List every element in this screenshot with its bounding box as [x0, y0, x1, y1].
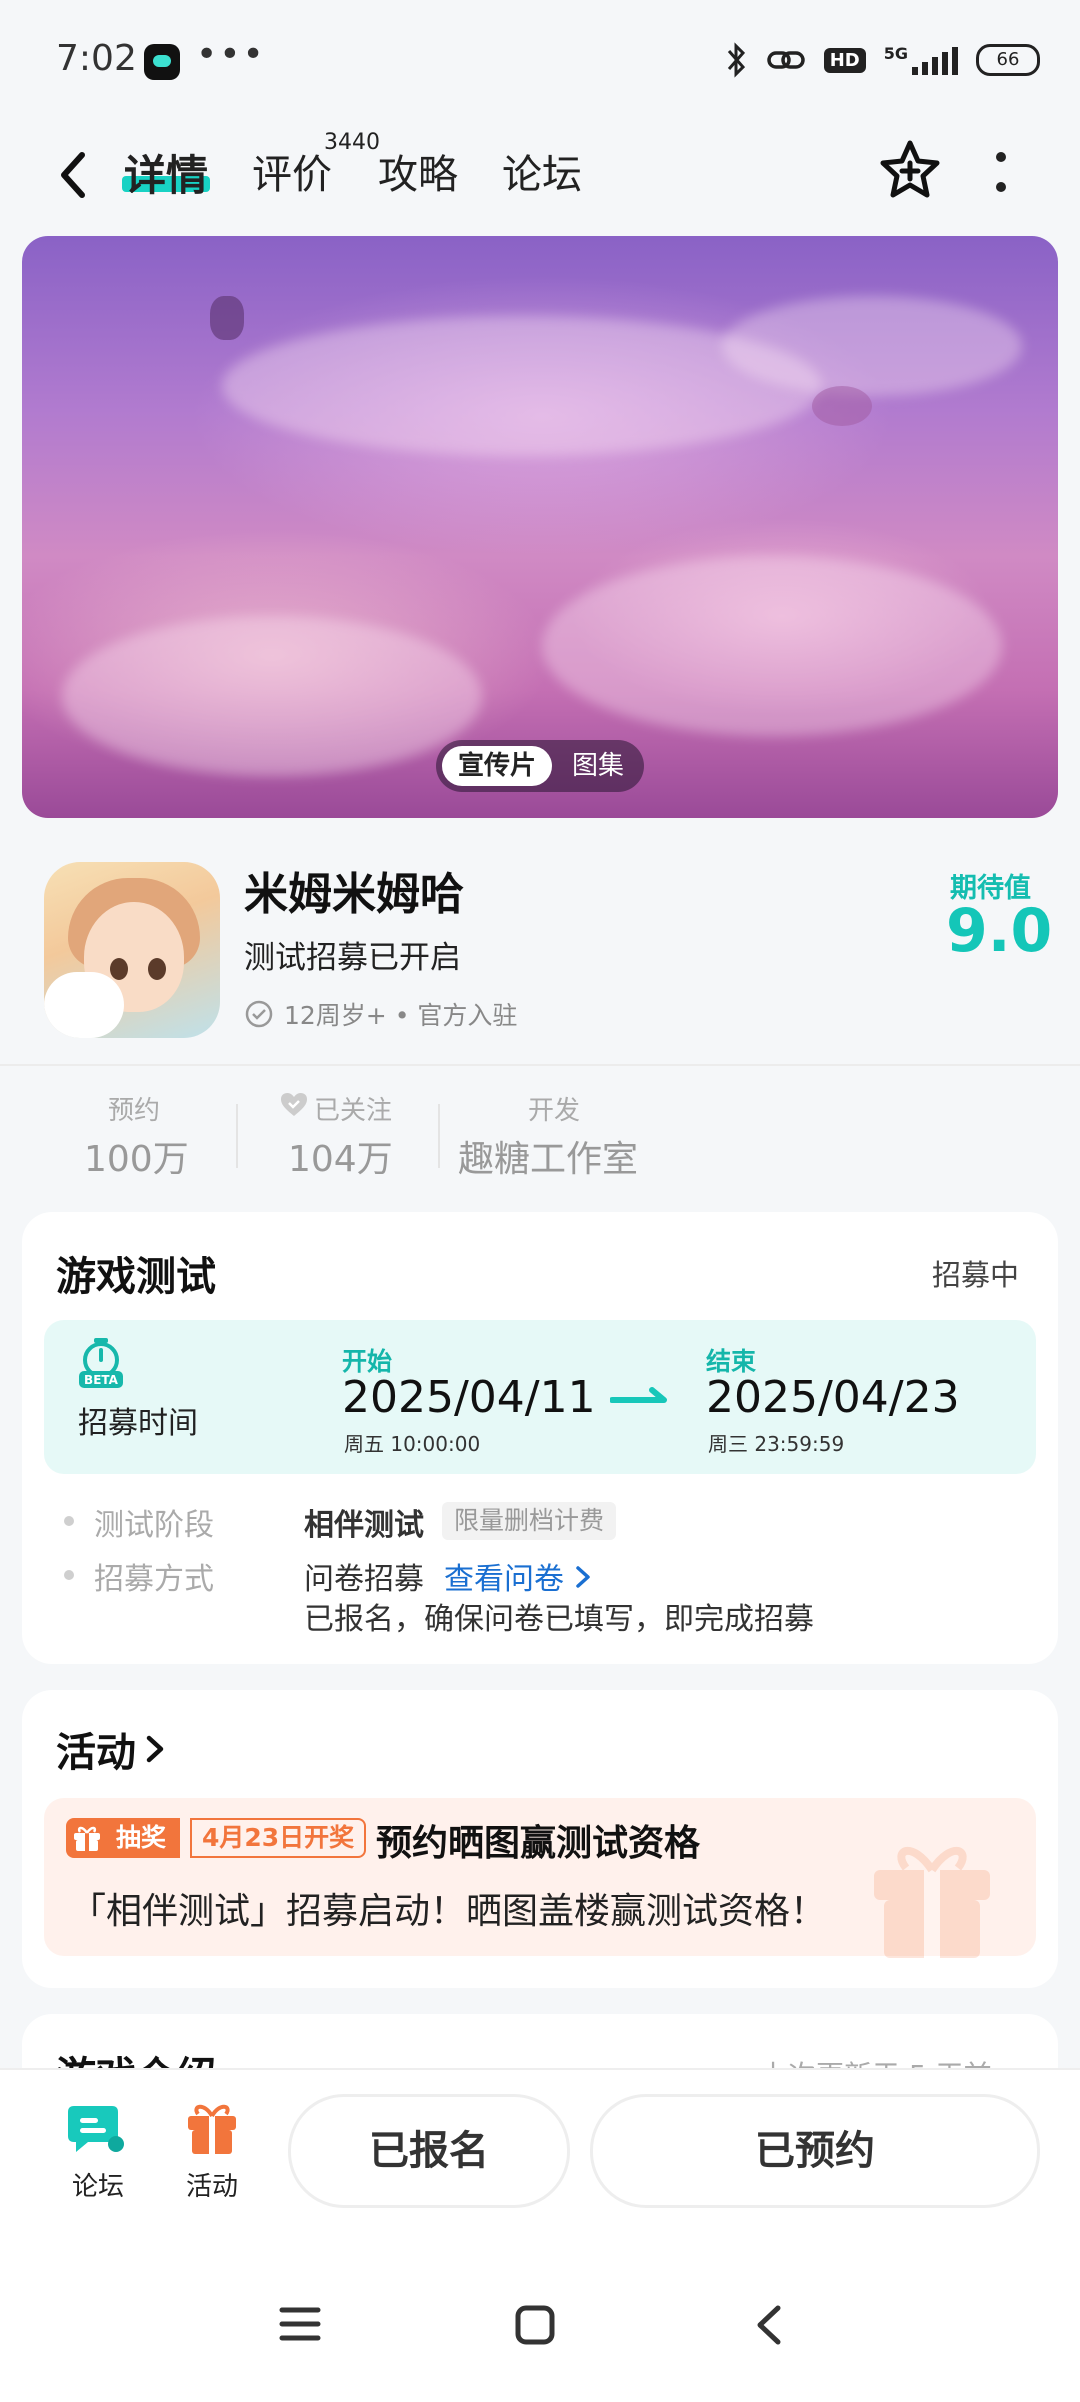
floating-island [210, 296, 244, 340]
promo-banner[interactable] [22, 236, 1058, 818]
method-label: 招募方式 [94, 1562, 214, 1597]
heart-check-icon [281, 1093, 307, 1116]
view-questionnaire-link[interactable]: 查看问卷 [444, 1554, 592, 1598]
activity-gift-icon[interactable] [182, 2100, 242, 2156]
more-options-icon[interactable] [990, 148, 1012, 198]
battery-icon: 66 [976, 44, 1040, 76]
recruit-time-label: 招募时间 [78, 1406, 198, 1441]
reserved-button[interactable]: 已预约 [590, 2094, 1040, 2208]
recruit-status: 招募中 [932, 1258, 1020, 1292]
forum-chat-icon[interactable] [66, 2102, 126, 2158]
app-notification-icon [144, 44, 180, 80]
game-meta: 12周岁+ • 官方入驻 [244, 996, 517, 1032]
hd-icon: HD [823, 47, 866, 73]
chevron-right-icon [146, 1735, 164, 1763]
stat-reserve-value: 100万 [84, 1139, 189, 1180]
tab-details[interactable]: 详情 [124, 142, 208, 203]
game-title: 米姆米姆哈 [244, 869, 464, 920]
floating-island [812, 386, 872, 426]
tab-reviews[interactable]: 评价 [252, 142, 332, 200]
status-bar: 7:02 ••• HD 5G 66 [0, 0, 1080, 120]
tab-forum[interactable]: 论坛 [502, 142, 582, 200]
start-date: 2025/04/11 [342, 1372, 596, 1423]
stat-reserve-label: 预约 [108, 1096, 161, 1126]
chevron-right-icon [575, 1566, 590, 1588]
link-icon [766, 51, 805, 69]
stat-separator [438, 1104, 440, 1168]
activity-item-desc: 「相伴测试」招募启动！晒图盖楼赢测试资格！ [70, 1891, 827, 1932]
game-subtitle: 测试招募已开启 [244, 940, 461, 976]
video-tab[interactable]: 宣传片 [442, 746, 552, 786]
status-time: 7:02 [56, 38, 137, 79]
system-back-icon[interactable] [752, 2304, 786, 2346]
more-notifications-icon: ••• [196, 34, 266, 75]
stat-separator [236, 1104, 238, 1168]
forum-label[interactable]: 论坛 [72, 2166, 124, 2203]
favorite-star-icon[interactable] [878, 138, 942, 202]
activity-item-title: 预约晒图赢测试资格 [376, 1823, 701, 1864]
gift-watermark-icon [874, 1847, 990, 1958]
method-value: 问卷招募 [304, 1562, 424, 1597]
activity-header[interactable]: 活动 [56, 1720, 166, 1778]
stat-dev-value[interactable]: 趣糖工作室 [458, 1130, 638, 1182]
stage-label: 测试阶段 [94, 1508, 214, 1543]
stage-name: 相伴测试 [304, 1508, 424, 1543]
game-test-title: 游戏测试 [56, 1254, 216, 1300]
signal-icon [912, 45, 958, 75]
bluetooth-icon [727, 42, 745, 78]
lottery-date-tag: 4月23日开奖 [190, 1818, 367, 1858]
beta-timer-icon: BETA [79, 1338, 123, 1388]
end-detail: 周三 23:59:59 [708, 1432, 845, 1456]
stat-follow-label: 已关注 [314, 1096, 393, 1126]
stat-dev-label: 开发 [528, 1096, 581, 1126]
end-date: 2025/04/23 [706, 1372, 960, 1423]
verified-check-icon [245, 1000, 273, 1028]
review-count-badge: 3440 [324, 130, 380, 155]
expectation-score: 9.0 [946, 896, 1053, 966]
beta-text: BETA [84, 1373, 119, 1387]
bullet-dot [64, 1516, 74, 1526]
start-detail: 周五 10:00:00 [344, 1432, 481, 1456]
status-icons: HD 5G 66 [726, 38, 1040, 82]
method-note: 已报名，确保问卷已填写，即完成招募 [304, 1602, 814, 1637]
divider [0, 1064, 1080, 1066]
arrow-right-icon [610, 1387, 667, 1403]
network-label: 5G [883, 43, 908, 63]
stat-follow-value: 104万 [288, 1139, 393, 1180]
home-icon[interactable] [514, 2304, 556, 2346]
activity-label[interactable]: 活动 [186, 2166, 238, 2203]
age-rating-text: 12周岁+ • 官方入驻 [284, 1001, 518, 1030]
view-questionnaire-label: 查看问卷 [444, 1562, 564, 1597]
gift-icon [74, 1826, 100, 1851]
game-app-icon [44, 862, 220, 1038]
tab-guides[interactable]: 攻略 [378, 142, 458, 200]
menu-icon[interactable] [278, 2304, 322, 2344]
back-arrow-icon[interactable] [52, 145, 92, 205]
signed-up-button[interactable]: 已报名 [288, 2094, 570, 2208]
gallery-tab[interactable]: 图集 [566, 746, 630, 786]
bullet-dot [64, 1570, 74, 1580]
activity-title: 活动 [56, 1730, 136, 1776]
stage-tag: 限量删档计费 [442, 1502, 617, 1540]
